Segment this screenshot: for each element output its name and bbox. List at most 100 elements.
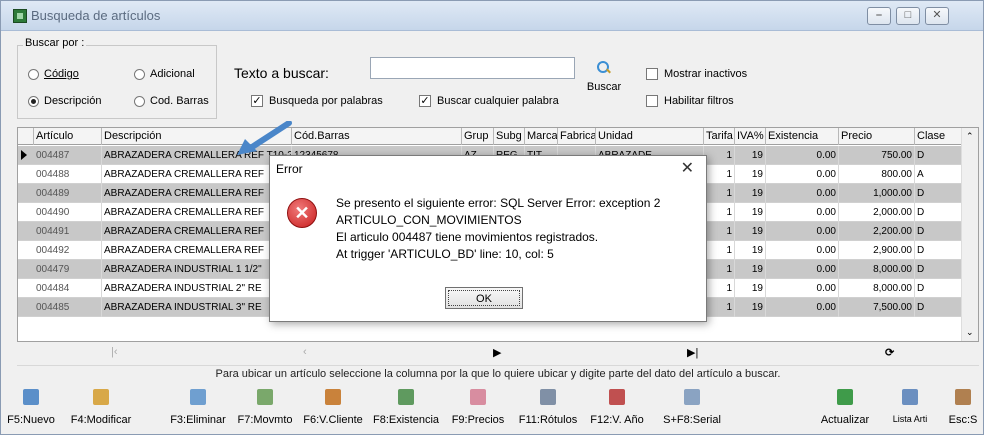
maximize-button[interactable]: □ <box>896 7 920 25</box>
col-tarifa[interactable]: Tarifa <box>704 128 735 145</box>
cell-clase[interactable]: D <box>915 203 963 222</box>
cell-precio[interactable]: 2,900.00 <box>839 241 915 260</box>
cell-precio[interactable]: 2,200.00 <box>839 222 915 241</box>
cell-tarifa[interactable]: 1 <box>704 241 735 260</box>
next-record-icon[interactable]: ▶ <box>493 346 501 359</box>
radio-descripcion[interactable]: Descripción <box>28 95 101 107</box>
radio-codigo[interactable]: Código <box>28 68 79 80</box>
cell-articulo[interactable]: 004491 <box>34 222 102 241</box>
cell-clase[interactable]: D <box>915 146 963 165</box>
cell-existencia[interactable]: 0.00 <box>766 146 839 165</box>
col-clase[interactable]: Clase <box>915 128 963 145</box>
cell-articulo[interactable]: 004487 <box>34 146 102 165</box>
cell-tarifa[interactable]: 1 <box>704 260 735 279</box>
cell-tarifa[interactable]: 1 <box>704 279 735 298</box>
col-cod-barras[interactable]: Cód.Barras <box>292 128 462 145</box>
cell-articulo[interactable]: 004488 <box>34 165 102 184</box>
article-list-button[interactable]: Lista Arti <box>885 385 935 433</box>
checkbox-any-word[interactable]: ✓ Buscar cualquier palabra <box>419 95 559 107</box>
cell-existencia[interactable]: 0.00 <box>766 222 839 241</box>
first-record-icon[interactable]: |‹ <box>111 346 118 358</box>
vertical-scrollbar[interactable]: ⌃ ⌄ <box>961 128 978 341</box>
col-unidad[interactable]: Unidad <box>596 128 704 145</box>
cell-existencia[interactable]: 0.00 <box>766 184 839 203</box>
cell-clase[interactable]: D <box>915 279 963 298</box>
cell-articulo[interactable]: 004479 <box>34 260 102 279</box>
cell-descripcion[interactable]: ABRAZADERA CREMALLERA REF <box>102 203 292 222</box>
scroll-up-icon[interactable]: ⌃ <box>966 131 974 142</box>
new-button[interactable]: F5:Nuevo <box>5 385 57 433</box>
movement-button[interactable]: F7:Movmto <box>235 385 295 433</box>
cell-iva[interactable]: 19 <box>735 222 766 241</box>
cell-precio[interactable]: 8,000.00 <box>839 279 915 298</box>
cell-iva[interactable]: 19 <box>735 203 766 222</box>
cell-iva[interactable]: 19 <box>735 241 766 260</box>
cell-iva[interactable]: 19 <box>735 298 766 317</box>
cell-descripcion[interactable]: ABRAZADERA CREMALLERA REF <box>102 241 292 260</box>
refresh-records-icon[interactable]: ⟳ <box>885 346 894 359</box>
cell-articulo[interactable]: 004492 <box>34 241 102 260</box>
cell-precio[interactable]: 8,000.00 <box>839 260 915 279</box>
cell-iva[interactable]: 19 <box>735 184 766 203</box>
col-grup[interactable]: Grup <box>462 128 494 145</box>
refresh-button[interactable]: Actualizar <box>816 385 874 433</box>
cell-iva[interactable]: 19 <box>735 279 766 298</box>
serial-button[interactable]: S+F8:Serial <box>661 385 723 433</box>
stock-button[interactable]: F8:Existencia <box>372 385 440 433</box>
col-subg[interactable]: Subg <box>494 128 525 145</box>
radio-cod-barras[interactable]: Cod. Barras <box>134 95 209 107</box>
minimize-button[interactable]: ⎯ <box>867 7 891 25</box>
client-sales-button[interactable]: F6:V.Cliente <box>302 385 364 433</box>
cell-articulo[interactable]: 004485 <box>34 298 102 317</box>
modify-button[interactable]: F4:Modificar <box>66 385 136 433</box>
cell-existencia[interactable]: 0.00 <box>766 241 839 260</box>
prev-record-icon[interactable]: ‹ <box>303 346 307 358</box>
cell-tarifa[interactable]: 1 <box>704 203 735 222</box>
delete-button[interactable]: F3:Eliminar <box>167 385 229 433</box>
col-iva[interactable]: IVA% <box>735 128 766 145</box>
cell-precio[interactable]: 1,000.00 <box>839 184 915 203</box>
checkbox-enable-filters[interactable]: Habilitar filtros <box>646 95 734 107</box>
cell-descripcion[interactable]: ABRAZADERA INDUSTRIAL 3" RE <box>102 298 292 317</box>
cell-existencia[interactable]: 0.00 <box>766 165 839 184</box>
close-button[interactable]: ✕ <box>925 7 949 25</box>
dialog-close-icon[interactable]: ✕ <box>681 158 694 178</box>
last-record-icon[interactable]: ▶| <box>687 346 698 359</box>
cell-precio[interactable]: 2,000.00 <box>839 203 915 222</box>
cell-clase[interactable]: D <box>915 222 963 241</box>
ok-button[interactable]: OK <box>445 287 523 309</box>
cell-descripcion[interactable]: ABRAZADERA INDUSTRIAL 1 1/2" <box>102 260 292 279</box>
yearly-sales-button[interactable]: F12:V. Año <box>587 385 647 433</box>
cell-existencia[interactable]: 0.00 <box>766 203 839 222</box>
checkbox-search-by-words[interactable]: ✓ Busqueda por palabras <box>251 95 383 107</box>
cell-clase[interactable]: D <box>915 241 963 260</box>
cell-tarifa[interactable]: 1 <box>704 222 735 241</box>
cell-articulo[interactable]: 004489 <box>34 184 102 203</box>
cell-descripcion[interactable]: ABRAZADERA CREMALLERA REF <box>102 184 292 203</box>
exit-button[interactable]: Esc:S <box>945 385 981 433</box>
cell-tarifa[interactable]: 1 <box>704 298 735 317</box>
cell-clase[interactable]: D <box>915 298 963 317</box>
radio-adicional[interactable]: Adicional <box>134 68 195 80</box>
col-precio[interactable]: Precio <box>839 128 915 145</box>
checkbox-show-inactive[interactable]: Mostrar inactivos <box>646 68 747 80</box>
scroll-down-icon[interactable]: ⌄ <box>966 327 974 338</box>
cell-existencia[interactable]: 0.00 <box>766 298 839 317</box>
cell-clase[interactable]: D <box>915 260 963 279</box>
cell-articulo[interactable]: 004490 <box>34 203 102 222</box>
cell-clase[interactable]: D <box>915 184 963 203</box>
cell-iva[interactable]: 19 <box>735 260 766 279</box>
cell-descripcion[interactable]: ABRAZADERA INDUSTRIAL 2" RE <box>102 279 292 298</box>
search-button[interactable]: Buscar <box>582 61 626 103</box>
col-existencia[interactable]: Existencia <box>766 128 839 145</box>
cell-clase[interactable]: A <box>915 165 963 184</box>
cell-existencia[interactable]: 0.00 <box>766 260 839 279</box>
cell-tarifa[interactable]: 1 <box>704 165 735 184</box>
labels-button[interactable]: F11:Rótulos <box>514 385 582 433</box>
col-articulo[interactable]: Artículo <box>34 128 102 145</box>
prices-button[interactable]: F9:Precios <box>447 385 509 433</box>
cell-iva[interactable]: 19 <box>735 146 766 165</box>
cell-existencia[interactable]: 0.00 <box>766 279 839 298</box>
cell-tarifa[interactable]: 1 <box>704 146 735 165</box>
cell-tarifa[interactable]: 1 <box>704 184 735 203</box>
